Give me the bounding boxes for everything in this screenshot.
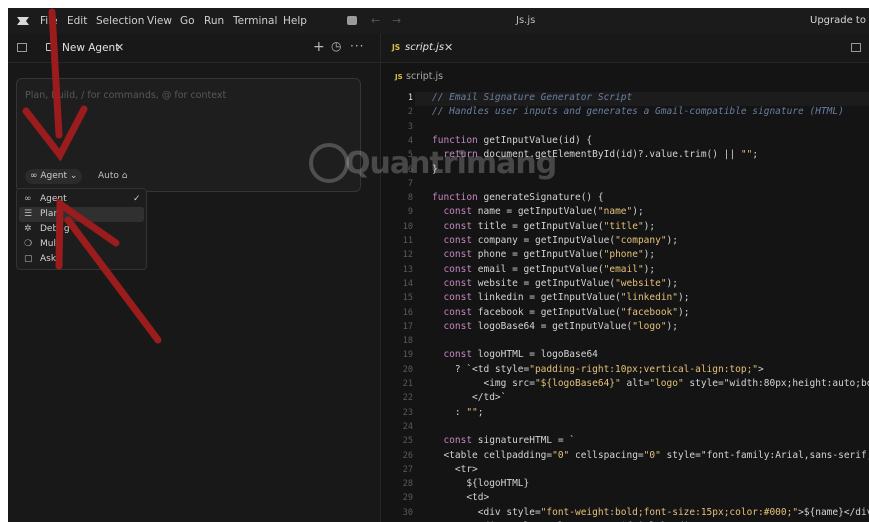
- annotation-arrows: [22, 8, 162, 344]
- arrow-shaft-top: [48, 8, 63, 139]
- app-window: File Edit Selection View Go Run Terminal…: [8, 8, 869, 522]
- arrow-head-diagonal: [55, 197, 120, 270]
